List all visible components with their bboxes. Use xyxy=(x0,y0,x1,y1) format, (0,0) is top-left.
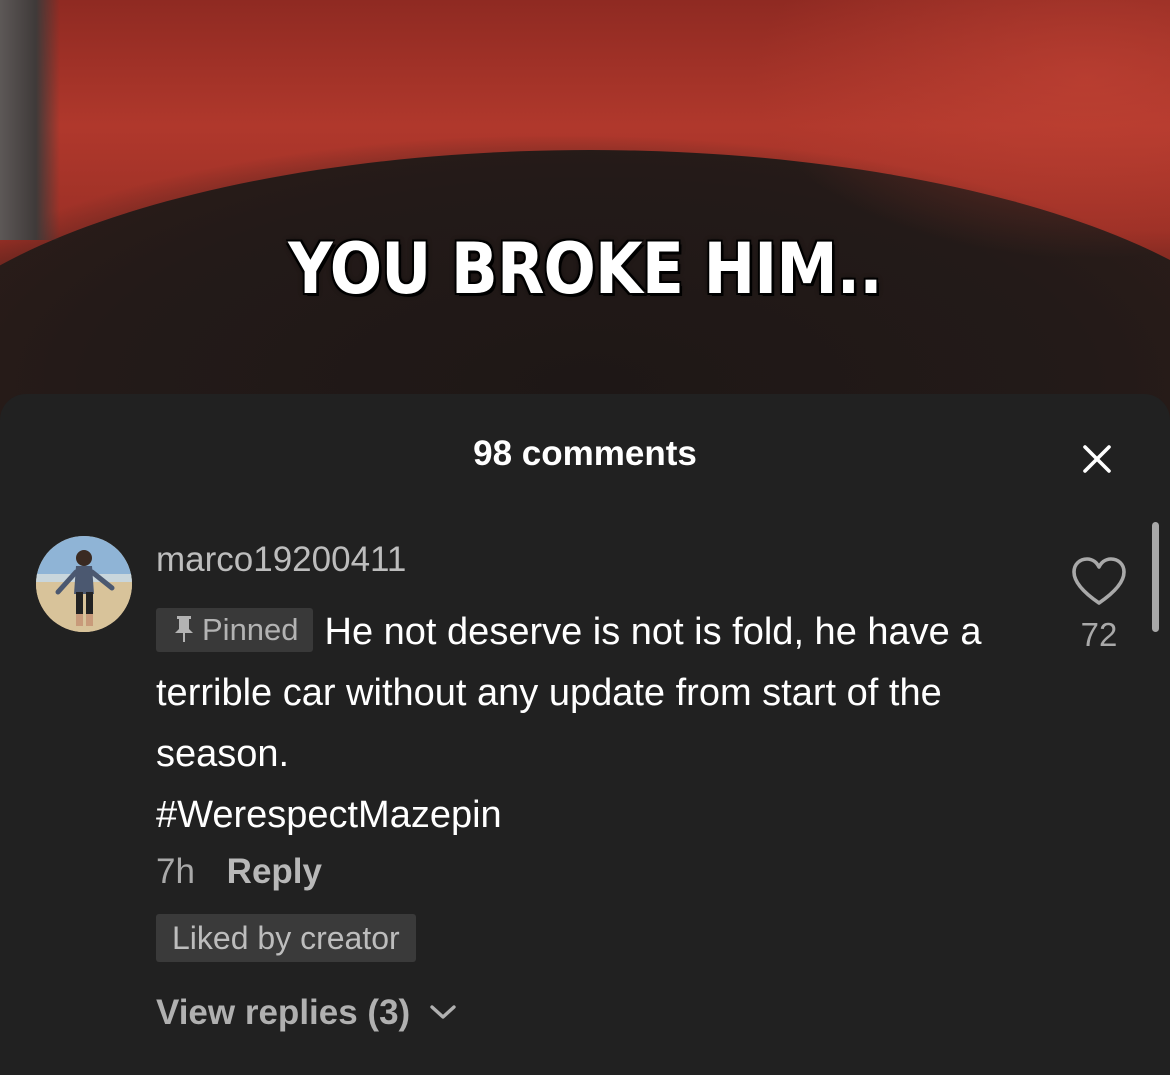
avatar-photo xyxy=(36,536,132,632)
view-replies-label: View replies (3) xyxy=(156,993,411,1032)
comment-username[interactable]: marco19200411 xyxy=(156,540,406,580)
like-button[interactable]: 72 xyxy=(1068,556,1130,654)
video-caption: YOU BROKE HIM.. xyxy=(288,228,883,310)
pinned-label: Pinned xyxy=(202,612,299,647)
view-replies-button[interactable]: View replies (3) xyxy=(156,993,458,1033)
chevron-down-icon xyxy=(430,1005,456,1019)
reply-button[interactable]: Reply xyxy=(227,852,322,891)
video-frame[interactable]: YOU BROKE HIM.. xyxy=(0,0,1170,420)
comment-timestamp: 7h xyxy=(156,852,195,891)
heart-icon xyxy=(1072,557,1126,605)
pinned-badge: Pinned xyxy=(156,608,313,652)
like-count: 72 xyxy=(1080,616,1118,653)
close-button[interactable] xyxy=(1076,438,1118,480)
comment-body: Pinned He not deserve is not is fold, he … xyxy=(156,602,1026,846)
avatar[interactable] xyxy=(36,536,132,632)
close-icon xyxy=(1083,445,1111,473)
comment-hashtag[interactable]: #WerespectMazepin xyxy=(156,785,1026,846)
comments-sheet: 98 comments marco19200411 Pinned He not … xyxy=(0,394,1170,1075)
scrollbar[interactable] xyxy=(1152,522,1159,632)
screen: YOU BROKE HIM.. 98 comments marco1920041… xyxy=(0,0,1170,1075)
pin-icon xyxy=(175,616,193,642)
liked-by-creator-badge: Liked by creator xyxy=(156,914,416,962)
comment-meta: 7h Reply xyxy=(156,852,322,892)
comments-count-title: 98 comments xyxy=(473,434,697,473)
